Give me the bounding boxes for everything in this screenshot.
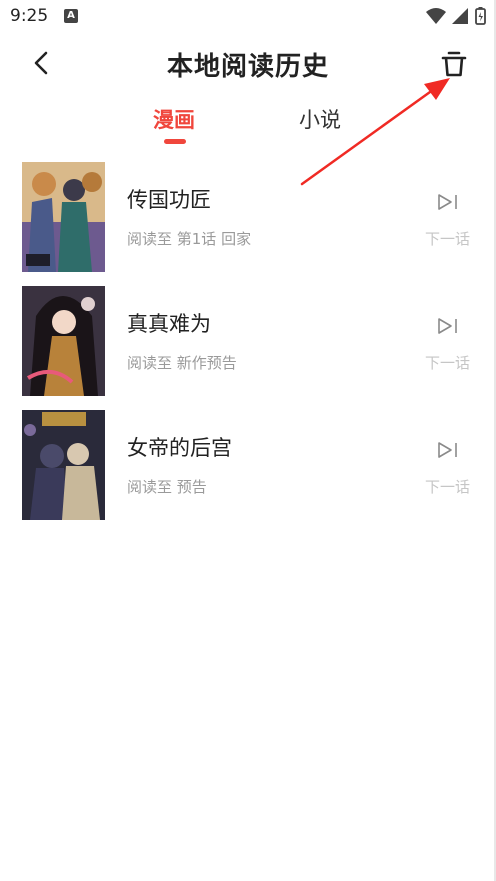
next-chapter-label[interactable]: 下一话 bbox=[425, 476, 470, 497]
list-item[interactable]: 真真难为 阅读至 新作预告 下一话 bbox=[0, 286, 496, 398]
item-progress: 阅读至 第1话 回家 bbox=[127, 230, 252, 248]
status-bar: 9:25 A bbox=[0, 0, 496, 34]
tab-bar: 漫画 小说 bbox=[0, 104, 496, 154]
cover-image[interactable] bbox=[22, 410, 105, 520]
item-title: 传国功匠 bbox=[127, 188, 211, 212]
cover-image[interactable] bbox=[22, 286, 105, 396]
next-chapter-label[interactable]: 下一话 bbox=[425, 352, 470, 373]
status-time: 9:25 bbox=[10, 6, 49, 26]
tab-comic[interactable]: 漫画 bbox=[153, 104, 195, 134]
header: 本地阅读历史 bbox=[0, 36, 496, 92]
next-chapter-icon[interactable] bbox=[436, 192, 460, 212]
item-title: 真真难为 bbox=[127, 312, 211, 336]
item-progress: 阅读至 新作预告 bbox=[127, 354, 237, 372]
list-item[interactable]: 传国功匠 阅读至 第1话 回家 下一话 bbox=[0, 162, 496, 274]
page-title: 本地阅读历史 bbox=[166, 52, 329, 82]
next-chapter-label[interactable]: 下一话 bbox=[425, 228, 470, 249]
battery-icon bbox=[475, 7, 486, 25]
tab-novel[interactable]: 小说 bbox=[299, 104, 341, 134]
delete-button[interactable] bbox=[436, 46, 472, 82]
signal-icon bbox=[452, 8, 468, 24]
trash-icon bbox=[441, 51, 467, 77]
wifi-icon bbox=[426, 8, 446, 24]
status-icons bbox=[424, 6, 490, 26]
item-title: 女帝的后宫 bbox=[127, 436, 232, 460]
cover-image[interactable] bbox=[22, 162, 105, 272]
notification-icon: A bbox=[64, 9, 78, 23]
item-progress: 阅读至 预告 bbox=[127, 478, 207, 496]
tab-active-indicator bbox=[164, 139, 186, 144]
list-item[interactable]: 女帝的后宫 阅读至 预告 下一话 bbox=[0, 410, 496, 522]
next-chapter-icon[interactable] bbox=[436, 316, 460, 336]
next-chapter-icon[interactable] bbox=[436, 440, 460, 460]
